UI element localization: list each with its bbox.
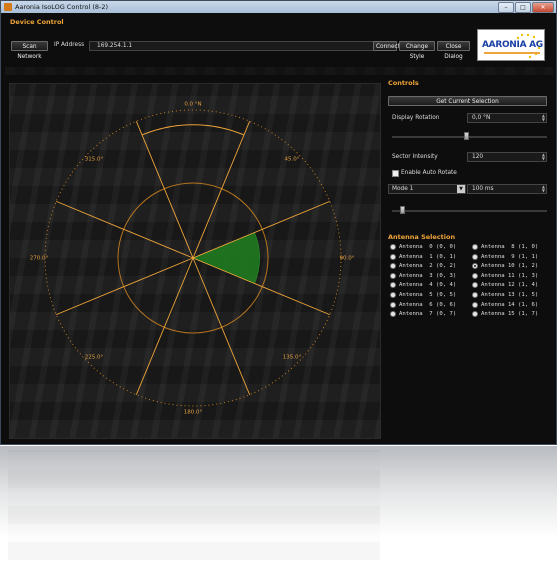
selected-sector-arc (141, 124, 245, 136)
scan-network-button[interactable]: Scan Network (11, 41, 48, 60)
radio-button[interactable] (390, 311, 396, 318)
display-rotation-label: Display Rotation (392, 115, 440, 121)
antenna-label: Antenna 10 (1, 2) (481, 263, 539, 270)
aaronia-logo: AARONIA AG (477, 29, 545, 61)
radio-button[interactable] (390, 292, 396, 298)
radio-button[interactable] (390, 253, 396, 260)
angle-label: 90.0° (340, 256, 355, 262)
sector-spoke (135, 257, 194, 395)
change-style-button[interactable]: Change Style (399, 41, 435, 60)
antenna-label: Antenna 14 (1, 6) (481, 301, 539, 308)
mode-select-value: Mode 1 (392, 186, 414, 192)
sector-spoke (56, 257, 194, 316)
antenna-label: Antenna 6 (0, 6) (399, 301, 457, 308)
minimize-button[interactable]: – (498, 2, 514, 13)
antenna-label: Antenna 4 (0, 4) (399, 282, 457, 289)
radio-button[interactable] (472, 272, 478, 279)
radio-button[interactable] (390, 263, 396, 270)
angle-label: 180.0° (184, 410, 203, 416)
sector-spoke (192, 257, 330, 316)
antenna-label: Antenna 1 (0, 1) (399, 253, 457, 260)
mode-select[interactable]: Mode 1 ▼ (388, 184, 466, 194)
angle-label: 315.0° (85, 157, 104, 163)
sector-intensity-label: Sector Intensity (392, 154, 438, 160)
spin-arrows-icon[interactable]: ▲ ▼ (542, 153, 545, 161)
app-icon (4, 3, 12, 11)
close-dialog-button[interactable]: Close Dialog (437, 41, 470, 60)
highlighted-sector (192, 232, 260, 284)
antenna-label: Antenna 15 (1, 7) (481, 311, 539, 318)
antenna-label: Antenna 0 (0, 0) (399, 244, 457, 250)
antenna-label: Antenna 7 (0, 7) (399, 311, 457, 318)
spin-arrows-icon[interactable]: ▲ ▼ (542, 114, 545, 122)
antenna-label: Antenna 3 (0, 3) (399, 272, 457, 279)
radio-button[interactable] (390, 282, 396, 289)
angle-label: 225.0° (85, 354, 104, 360)
radio-button[interactable] (472, 253, 478, 260)
angle-label: 270.0° (30, 256, 49, 262)
radio-button[interactable] (472, 244, 478, 250)
window-reflection (0, 446, 557, 568)
sector-spoke (56, 200, 194, 259)
polar-plot-canvas[interactable]: 0.0 °N 45.0° 90.0° 135.0° 180.0° 225.0° 270.0°… (10, 84, 380, 438)
title-bar: Aaronia IsoLOG Control (8-2) – □ ✕ (1, 1, 556, 13)
sector-spoke (192, 257, 251, 395)
antenna-label: Antenna 2 (0, 2) (399, 263, 457, 270)
radio-button[interactable] (390, 301, 396, 308)
device-control-row: Scan Network IP Address 169.254.1.1 Conn… (9, 41, 470, 60)
antenna-selection-title: Antenna Selection (388, 233, 456, 241)
sector-spoke (135, 121, 194, 259)
window-controls: – □ ✕ (498, 2, 554, 13)
auto-rotate-checkbox[interactable] (392, 170, 399, 177)
radio-button[interactable] (390, 244, 396, 250)
antenna-label: Antenna 12 (1, 4) (481, 282, 539, 289)
radio-button[interactable] (472, 282, 478, 289)
controls-title: Controls (388, 79, 419, 87)
sector-spoke (192, 121, 251, 259)
antenna-label: Antenna 11 (1, 3) (481, 272, 539, 279)
maximize-button[interactable]: □ (515, 2, 531, 13)
radio-button[interactable] (472, 301, 478, 308)
logo-text: AARONIA AG (482, 40, 543, 50)
angle-label: 135.0° (283, 354, 302, 360)
reflection-ghost (8, 450, 380, 560)
sector-spoke (192, 200, 330, 259)
display-rotation-value: 0,0 °N (472, 115, 491, 121)
auto-rotate-slider-track[interactable] (392, 210, 547, 212)
radio-button[interactable] (472, 263, 478, 270)
ip-address-input[interactable]: 169.254.1.1 (89, 41, 377, 51)
toolbar-separator (5, 67, 553, 75)
display-rotation-slider-track[interactable] (392, 136, 547, 138)
radio-button[interactable] (472, 292, 478, 298)
close-window-button[interactable]: ✕ (532, 2, 554, 13)
spin-arrows-icon[interactable]: ▲ ▼ (542, 185, 545, 193)
angle-label: 0.0 °N (184, 102, 201, 108)
radio-button[interactable] (390, 272, 396, 279)
display-rotation-slider-thumb[interactable] (464, 132, 469, 140)
sector-intensity-value: 120 (472, 154, 484, 160)
radio-button[interactable] (472, 311, 478, 318)
antenna-label: Antenna 5 (0, 5) (399, 292, 457, 298)
antenna-label: Antenna 9 (1, 1) (481, 253, 539, 260)
app-window: Aaronia IsoLOG Control (8-2) – □ ✕ Devic… (0, 0, 557, 445)
sector-intensity-spinbox[interactable]: 120 ▲ ▼ (467, 152, 547, 162)
window-title: Aaronia IsoLOG Control (8-2) (15, 3, 109, 11)
ip-address-label: IP Address (54, 42, 85, 48)
angle-label: 45.0° (284, 157, 299, 163)
auto-rotate-label: Enable Auto Rotate (401, 170, 457, 176)
logo-underline (484, 52, 540, 54)
display-rotation-spinbox[interactable]: 0,0 °N ▲ ▼ (467, 113, 547, 123)
interval-value: 100 ms (472, 186, 494, 192)
auto-rotate-slider-thumb[interactable] (399, 206, 405, 214)
get-current-selection-button[interactable]: Get Current Selection (388, 96, 547, 106)
interval-spinbox[interactable]: 100 ms ▲ ▼ (467, 184, 547, 194)
chevron-down-icon[interactable]: ▼ (457, 185, 465, 193)
polar-sector-plot[interactable]: 0.0 °N 45.0° 90.0° 135.0° 180.0° 225.0° 270.0°… (9, 83, 381, 439)
device-control-title: Device Control (10, 18, 64, 26)
antenna-label: Antenna 8 (1, 0) (481, 244, 539, 250)
antenna-label: Antenna 13 (1, 5) (481, 292, 539, 298)
connect-button[interactable]: Connect (373, 41, 400, 51)
